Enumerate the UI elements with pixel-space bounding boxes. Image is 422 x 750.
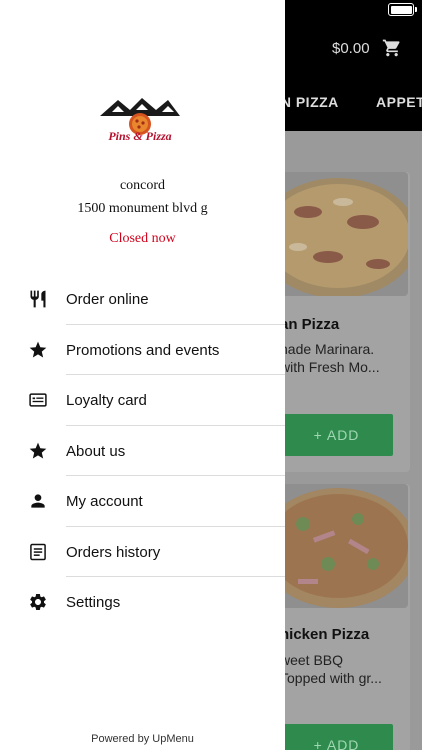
card-icon: [29, 393, 47, 407]
menu-item-loyalty-card[interactable]: Loyalty card: [0, 375, 285, 426]
menu-item-label: Orders history: [66, 543, 161, 561]
menu-item-label: Order online: [66, 291, 149, 308]
menu-card[interactable]: an Pizza nade Marinara. with Fresh Mo...…: [268, 172, 410, 472]
powered-by[interactable]: Powered by UpMenu: [0, 733, 285, 745]
menu-item-description: Topped with gr...: [280, 670, 382, 686]
drawer-menu: Order online Promotions and events Loyal…: [0, 274, 285, 628]
list-icon: [30, 543, 46, 560]
location-name: concord: [119, 178, 166, 193]
pizza-image: [268, 484, 408, 608]
star-icon: [29, 341, 47, 357]
add-to-cart-button[interactable]: + ADD: [280, 724, 393, 750]
cart-icon[interactable]: [382, 38, 402, 58]
menu-item-title: hicken Pizza: [280, 626, 370, 643]
person-icon: [31, 494, 45, 508]
menu-item-description: nade Marinara.: [280, 341, 375, 357]
menu-item-orders-history[interactable]: Orders history: [0, 527, 285, 577]
menu-item-label: Settings: [66, 594, 121, 611]
navigation-drawer: Pins & Pizza concord 1500 monument blvd …: [0, 0, 285, 750]
tab-category-appetizers[interactable]: APPET: [376, 94, 422, 110]
menu-item-my-account[interactable]: My account: [0, 476, 285, 527]
fork-knife-icon: [30, 290, 46, 308]
add-to-cart-button[interactable]: + ADD: [280, 414, 393, 456]
pizza-image: [268, 172, 408, 296]
menu-item-order-online[interactable]: Order online: [0, 274, 285, 325]
menu-item-promotions[interactable]: Promotions and events: [0, 325, 285, 375]
menu-item-settings[interactable]: Settings: [0, 577, 285, 628]
location-status: Closed now: [109, 231, 176, 246]
menu-item-label: Loyalty card: [66, 392, 147, 409]
location-address: 1500 monument blvd g: [77, 201, 208, 216]
menu-item-about-us[interactable]: About us: [0, 426, 285, 476]
gear-icon: [30, 594, 46, 610]
menu-item-label: My account: [66, 493, 143, 510]
restaurant-logo: Pins & Pizza: [98, 96, 182, 146]
menu-item-title: an Pizza: [280, 316, 340, 333]
menu-item-description: weet BBQ: [280, 652, 344, 668]
logo-text: Pins & Pizza: [108, 129, 171, 143]
star-icon: [29, 442, 47, 458]
menu-item-description: with Fresh Mo...: [280, 359, 380, 375]
menu-item-label: About us: [66, 442, 126, 460]
battery-icon: [388, 3, 417, 16]
cart-total[interactable]: $0.00: [332, 40, 370, 57]
menu-card[interactable]: hicken Pizza weet BBQ Topped with gr... …: [268, 484, 410, 750]
menu-item-label: Promotions and events: [66, 341, 220, 359]
